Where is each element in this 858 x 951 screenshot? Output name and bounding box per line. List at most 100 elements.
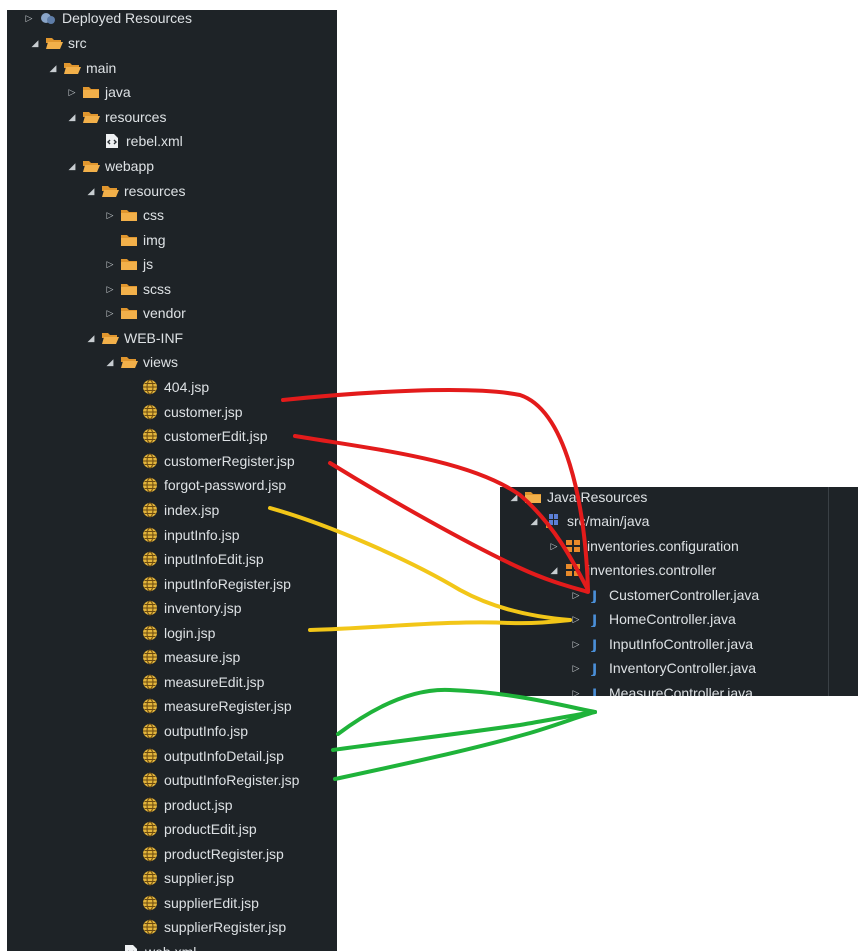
left-tree-item[interactable]: inputInfoEdit.jsp xyxy=(125,547,264,571)
tree-item-label: outputInfoDetail.jsp xyxy=(164,748,284,764)
left-tree-item[interactable]: ▷ css xyxy=(104,203,164,227)
right-tree-item[interactable]: ▷ J HomeController.java xyxy=(570,607,736,631)
xml-file-icon xyxy=(122,944,140,951)
left-tree-item[interactable]: ▷ js xyxy=(104,252,154,276)
collapsed-arrow-icon[interactable]: ▷ xyxy=(104,284,116,295)
left-tree-item[interactable]: ◢ views xyxy=(104,350,178,374)
right-tree-item[interactable]: ▷ J MeasureController.java xyxy=(570,681,753,696)
folder-open-icon xyxy=(45,35,63,51)
left-tree-item[interactable]: measureEdit.jsp xyxy=(125,670,264,694)
jsp-file-icon xyxy=(141,600,159,616)
left-tree-item[interactable]: rebel.xml xyxy=(87,129,183,153)
folder-open-icon xyxy=(101,183,119,199)
left-tree-item[interactable]: login.jsp xyxy=(125,621,215,645)
collapsed-arrow-icon[interactable]: ▷ xyxy=(23,13,35,24)
jsp-file-icon xyxy=(141,477,159,493)
folder-icon xyxy=(120,281,138,297)
right-tree-item[interactable]: ▷ inventories.configuration xyxy=(548,534,739,558)
left-tree-item[interactable]: img xyxy=(104,228,166,252)
left-tree-item[interactable]: forgot-password.jsp xyxy=(125,473,286,497)
left-tree-item[interactable]: supplierEdit.jsp xyxy=(125,891,259,915)
jsp-file-icon xyxy=(141,748,159,764)
expanded-arrow-icon[interactable]: ◢ xyxy=(85,333,97,344)
left-tree-item[interactable]: inputInfoRegister.jsp xyxy=(125,572,291,596)
left-tree-item[interactable]: ▷ java xyxy=(66,80,131,104)
left-tree-item[interactable]: ◢ main xyxy=(47,56,117,80)
right-tree-item[interactable]: ◢ inventories.controller xyxy=(548,558,717,582)
left-tree-item[interactable]: ◢ webapp xyxy=(66,154,155,178)
left-tree-item[interactable]: 404.jsp xyxy=(125,375,209,399)
collapsed-arrow-icon[interactable]: ▷ xyxy=(570,663,582,674)
tree-item-label: css xyxy=(143,207,164,223)
collapsed-arrow-icon[interactable]: ▷ xyxy=(104,308,116,319)
collapsed-arrow-icon[interactable]: ▷ xyxy=(570,688,582,697)
left-tree-item[interactable]: web.xml xyxy=(106,940,196,951)
left-tree-item[interactable]: customerRegister.jsp xyxy=(125,449,295,473)
right-tree-item[interactable]: ▷ J CustomerController.java xyxy=(570,583,760,607)
expanded-arrow-icon[interactable]: ◢ xyxy=(85,186,97,197)
jsp-file-icon xyxy=(141,846,159,862)
expanded-arrow-icon[interactable]: ◢ xyxy=(508,492,520,503)
tree-item-label: Deployed Resources xyxy=(62,10,192,26)
left-tree-item[interactable]: inputInfo.jsp xyxy=(125,523,240,547)
left-tree-item[interactable]: ◢ src xyxy=(29,31,87,55)
left-tree-item[interactable]: inventory.jsp xyxy=(125,596,242,620)
tree-item-label: java xyxy=(105,84,131,100)
jsp-file-icon xyxy=(141,674,159,690)
expanded-arrow-icon[interactable]: ◢ xyxy=(528,516,540,527)
left-tree-item[interactable]: measureRegister.jsp xyxy=(125,694,292,718)
left-tree-item[interactable]: productRegister.jsp xyxy=(125,842,284,866)
tree-item-label: index.jsp xyxy=(164,502,220,518)
collapsed-arrow-icon[interactable]: ▷ xyxy=(570,639,582,650)
jsp-file-icon xyxy=(141,698,159,714)
left-tree-item[interactable]: supplierRegister.jsp xyxy=(125,915,286,939)
jsp-file-icon xyxy=(141,870,159,886)
collapsed-arrow-icon[interactable]: ▷ xyxy=(570,590,582,601)
left-tree-item[interactable]: index.jsp xyxy=(125,498,219,522)
folder-open-icon xyxy=(82,109,100,125)
java-file-icon: J xyxy=(586,611,604,627)
collapsed-arrow-icon[interactable]: ▷ xyxy=(548,541,560,552)
left-tree-item[interactable]: customer.jsp xyxy=(125,400,243,424)
left-tree-item[interactable]: customerEdit.jsp xyxy=(125,424,267,448)
collapsed-arrow-icon[interactable]: ▷ xyxy=(104,259,116,270)
left-tree-item[interactable]: ▷ scss xyxy=(104,277,171,301)
tree-item-label: measure.jsp xyxy=(164,649,241,665)
expanded-arrow-icon[interactable]: ◢ xyxy=(66,112,78,123)
expanded-arrow-icon[interactable]: ◢ xyxy=(66,161,78,172)
tree-item-label: customerEdit.jsp xyxy=(164,428,268,444)
right-tree-item[interactable]: ▷ J InventoryController.java xyxy=(570,656,757,680)
tree-item-label: product.jsp xyxy=(164,797,233,813)
expanded-arrow-icon[interactable]: ◢ xyxy=(29,38,41,49)
tree-item-label: forgot-password.jsp xyxy=(164,477,287,493)
left-tree-item[interactable]: product.jsp xyxy=(125,793,232,817)
left-tree-item[interactable]: ◢ resources xyxy=(85,179,186,203)
svg-text:J: J xyxy=(591,589,597,603)
expanded-arrow-icon[interactable]: ◢ xyxy=(548,565,560,576)
tree-item-label: scss xyxy=(143,281,171,297)
expanded-arrow-icon[interactable]: ◢ xyxy=(47,63,59,74)
left-tree-item[interactable]: measure.jsp xyxy=(125,645,240,669)
left-tree-item[interactable]: productEdit.jsp xyxy=(125,817,257,841)
left-tree-item[interactable]: outputInfoRegister.jsp xyxy=(125,768,299,792)
folder-icon xyxy=(120,232,138,248)
annotation-arrow-green xyxy=(333,710,597,781)
left-tree-item[interactable]: ▷ Deployed Resources xyxy=(23,10,192,30)
left-tree-item[interactable]: supplier.jsp xyxy=(125,866,234,890)
expanded-arrow-icon[interactable]: ◢ xyxy=(104,357,116,368)
left-tree-item[interactable]: ▷ vendor xyxy=(104,301,186,325)
right-tree-item[interactable]: ◢ Java Resources xyxy=(508,487,648,509)
collapsed-arrow-icon[interactable]: ▷ xyxy=(104,210,116,221)
left-tree-item[interactable]: outputInfoDetail.jsp xyxy=(125,744,284,768)
tree-item-label: src xyxy=(68,35,87,51)
right-tree-item[interactable]: ▷ J InputInfoController.java xyxy=(570,632,753,656)
right-tree-item[interactable]: ◢ src/main/java xyxy=(528,509,650,533)
left-tree-item[interactable]: ◢ WEB-INF xyxy=(85,326,184,350)
collapsed-arrow-icon[interactable]: ▷ xyxy=(570,614,582,625)
jsp-file-icon xyxy=(141,649,159,665)
jsp-file-icon xyxy=(141,527,159,543)
left-tree-item[interactable]: ◢ resources xyxy=(66,105,167,129)
tree-item-label: login.jsp xyxy=(164,625,216,641)
left-tree-item[interactable]: outputInfo.jsp xyxy=(125,719,248,743)
collapsed-arrow-icon[interactable]: ▷ xyxy=(66,87,78,98)
